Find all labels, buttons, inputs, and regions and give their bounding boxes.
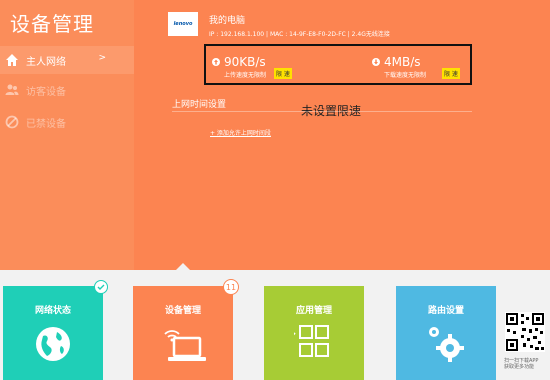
tile-router-settings[interactable]: 路由设置 — [396, 286, 496, 380]
qr-caption: 扫一扫下载APP 获取更多功能 — [504, 358, 550, 370]
chevron-right-icon: > — [98, 53, 106, 63]
download-speed: 4MB/s 下载速度无限制 — [372, 56, 426, 79]
upload-arrow-icon — [212, 58, 220, 66]
main-panel — [134, 0, 550, 270]
device-logo: lenovo — [168, 12, 198, 36]
users-icon — [4, 82, 20, 98]
download-arrow-icon — [372, 58, 380, 66]
upload-speed-value: 90KB/s — [224, 55, 266, 69]
laptop-wifi-icon — [163, 324, 206, 364]
block-icon — [4, 114, 20, 130]
home-icon — [4, 52, 20, 68]
device-name: 我的电脑 — [209, 16, 246, 26]
tile-label: 网络状态 — [34, 306, 71, 316]
apps-grid-icon — [288, 324, 334, 364]
tile-label: 应用管理 — [295, 306, 332, 316]
qr-caption-line2: 获取更多功能 — [504, 364, 535, 370]
download-speed-sub: 下载速度无限制 — [384, 72, 427, 79]
sidebar-item-label: 主人网络 — [26, 56, 66, 68]
sidebar-item-label: 已禁设备 — [26, 118, 66, 130]
device-count-badge: 11 — [223, 279, 239, 295]
page-title: 设备管理 — [10, 12, 94, 36]
device-info: IP : 192.168.1.100 | MAC : 14-9F-E8-F0-2… — [209, 31, 390, 38]
tile-app-management[interactable]: 应用管理 — [264, 286, 364, 380]
download-speed-value: 4MB/s — [384, 55, 421, 69]
check-icon — [94, 280, 108, 294]
online-time-title: 上网时间设置 — [172, 100, 227, 110]
upload-limit-button[interactable]: 限 速 — [274, 68, 292, 79]
add-online-time-link[interactable]: + 添加允许上网时间段 — [210, 128, 271, 137]
sidebar-item-guest-devices[interactable]: 访客设备 — [0, 76, 134, 104]
sidebar-item-host-network[interactable]: 主人网络 > — [0, 46, 134, 74]
divider — [172, 111, 472, 112]
sidebar-item-label: 访客设备 — [26, 86, 66, 98]
download-limit-button[interactable]: 限 速 — [442, 68, 460, 79]
gears-icon — [426, 324, 466, 364]
device-logo-text: lenovo — [173, 21, 193, 27]
active-tab-pointer — [176, 263, 190, 270]
upload-speed-sub: 上传速度无限制 — [224, 72, 267, 79]
sidebar-item-blocked-devices[interactable]: 已禁设备 — [0, 108, 134, 136]
speed-box: 90KB/s 上传速度无限制 限 速 4MB/s 下载速度无限制 限 速 — [204, 44, 472, 85]
qr-code — [505, 312, 545, 352]
tile-network-status[interactable]: 网络状态 — [3, 286, 103, 380]
tile-device-management[interactable]: 设备管理 — [133, 286, 233, 380]
tile-label: 路由设置 — [427, 306, 464, 316]
upload-speed: 90KB/s 上传速度无限制 — [212, 56, 266, 79]
globe-icon — [33, 324, 73, 364]
sidebar: 设备管理 主人网络 > 访客设备 已禁设备 — [0, 0, 134, 270]
tile-label: 设备管理 — [164, 306, 201, 316]
